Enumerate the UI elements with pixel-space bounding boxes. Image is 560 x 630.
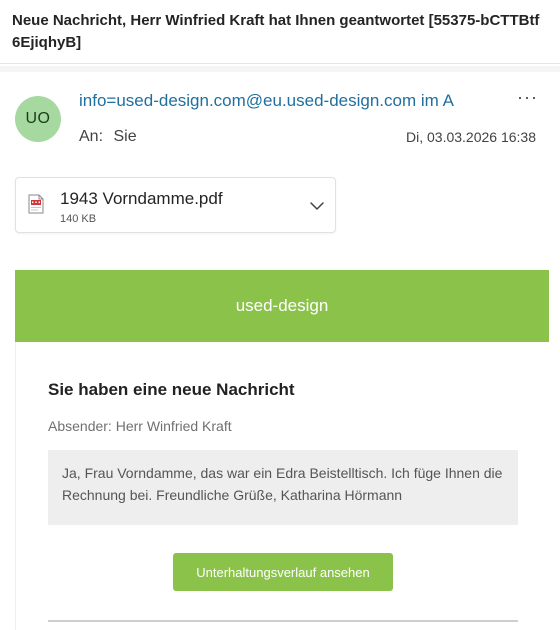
more-actions-icon[interactable]: ··· bbox=[517, 87, 538, 108]
absender-line: Absender: Herr Winfried Kraft bbox=[48, 418, 232, 434]
view-conversation-button[interactable]: Unterhaltungsverlauf ansehen bbox=[173, 553, 393, 591]
header-divider bbox=[0, 63, 560, 64]
sender-address[interactable]: info=used-design.com@eu.used-design.com … bbox=[79, 91, 454, 111]
email-subject: Neue Nachricht, Herr Winfried Kraft hat … bbox=[12, 12, 540, 51]
content-divider bbox=[48, 620, 518, 622]
attachment-name: 1943 Vorndamme.pdf bbox=[60, 189, 223, 208]
email-body-card: used-design Sie haben eine neue Nachrich… bbox=[15, 270, 550, 630]
card-content: Sie haben eine neue Nachricht Absender: … bbox=[15, 342, 550, 630]
message-box: Ja, Frau Vorndamme, das war ein Edra Bei… bbox=[48, 450, 518, 525]
message-heading: Sie haben eine neue Nachricht bbox=[48, 380, 295, 399]
recipient-value[interactable]: Sie bbox=[113, 128, 136, 145]
attachment-card[interactable]: 1943 Vorndamme.pdf 140 KB bbox=[15, 177, 336, 233]
to-label: An: bbox=[79, 128, 104, 145]
email-date: Di, 03.03.2026 16:38 bbox=[406, 129, 536, 145]
attachment-size: 140 KB bbox=[60, 213, 97, 225]
chevron-down-icon[interactable] bbox=[309, 198, 325, 214]
sender-avatar[interactable]: UO bbox=[15, 96, 61, 142]
pdf-file-icon bbox=[28, 194, 44, 214]
brand-banner: used-design bbox=[15, 270, 549, 342]
header-shadow bbox=[0, 66, 560, 72]
recipient-line: An: Sie bbox=[79, 128, 137, 146]
